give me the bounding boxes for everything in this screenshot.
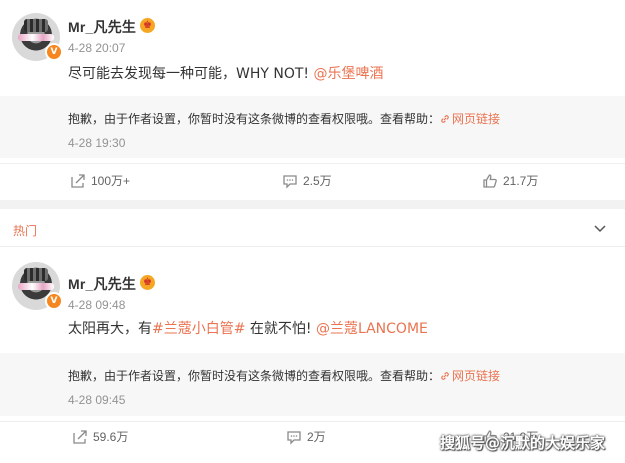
repost-notice: 抱歉，由于作者设置，你暂时没有这条微博的查看权限哦。查看帮助： 网页链接 <box>68 110 500 127</box>
verified-v-icon: V <box>45 292 63 310</box>
crown-badge-icon[interactable]: ♚ <box>140 275 155 290</box>
post-text: 尽可能去发现每一种可能，WHY NOT! @乐堡啤酒 <box>68 63 383 83</box>
repost-notice-text: 抱歉，由于作者设置，你暂时没有这条微博的查看权限哦。查看帮助： <box>68 112 441 126</box>
repost-notice-text: 抱歉，由于作者设置，你暂时没有这条微博的查看权限哦。查看帮助： <box>68 369 441 383</box>
comment-icon <box>283 174 297 189</box>
author-name[interactable]: Mr_凡先生 <box>68 17 136 37</box>
help-link-label: 网页链接 <box>452 369 501 383</box>
post-text-body: 尽可能去发现每一种可能，WHY NOT! <box>68 66 314 82</box>
verified-v-icon: V <box>45 43 63 61</box>
mention-link[interactable]: @乐堡啤酒 <box>313 66 383 82</box>
action-divider <box>0 163 625 164</box>
comment-icon <box>287 430 301 445</box>
link-icon <box>441 115 449 123</box>
help-link[interactable]: 网页链接 <box>440 369 500 383</box>
post-text-middle: 在就不怕! <box>245 321 316 337</box>
comment-count: 2.5万 <box>303 174 332 188</box>
repost-time[interactable]: 4-28 09:45 <box>68 393 125 407</box>
repost-panel: 抱歉，由于作者设置，你暂时没有这条微博的查看权限哦。查看帮助： 网页链接 4-28… <box>0 353 625 416</box>
share-button[interactable]: 100万+ <box>70 172 130 189</box>
watermark: 搜狐号@沉默的大娱乐家 <box>440 434 606 452</box>
share-count: 59.6万 <box>93 430 129 444</box>
repost-panel: 抱歉，由于作者设置，你暂时没有这条微博的查看权限哦。查看帮助： 网页链接 4-28… <box>0 96 625 158</box>
share-button[interactable]: 59.6万 <box>72 428 128 445</box>
comment-count: 2万 <box>307 430 326 444</box>
post-time[interactable]: 4-28 09:48 <box>68 298 125 312</box>
author-name[interactable]: Mr_凡先生 <box>68 274 136 294</box>
avatar-image-band <box>18 34 54 41</box>
post-text-body: 太阳再大，有 <box>68 321 152 337</box>
section-label-hot: 热门 <box>13 224 38 238</box>
mention-link[interactable]: @兰蔻LANCOME <box>316 321 428 337</box>
link-icon <box>441 372 449 380</box>
share-icon <box>73 429 87 444</box>
repost-notice: 抱歉，由于作者设置，你暂时没有这条微博的查看权限哦。查看帮助： 网页链接 <box>68 367 500 384</box>
chevron-down-icon[interactable] <box>593 221 607 235</box>
crown-badge-icon[interactable]: ♚ <box>140 18 155 33</box>
like-button[interactable]: 21.7万 <box>482 172 538 189</box>
help-link[interactable]: 网页链接 <box>440 112 500 126</box>
avatar-image-detail <box>24 268 48 281</box>
post-text: 太阳再大，有#兰蔻小白管# 在就不怕! @兰蔻LANCOME <box>68 318 428 338</box>
repost-time[interactable]: 4-28 19:30 <box>68 136 125 150</box>
like-icon <box>483 173 497 188</box>
avatar-image-band <box>18 283 54 290</box>
weibo-post-1: V Mr_凡先生 ♚ 4-28 20:07 尽可能去发现每一种可能，WHY NO… <box>0 0 625 200</box>
like-count: 21.7万 <box>503 174 539 188</box>
share-count: 100万+ <box>91 174 131 188</box>
section-divider <box>0 246 625 247</box>
comment-button[interactable]: 2万 <box>286 428 326 445</box>
help-link-label: 网页链接 <box>452 112 501 126</box>
avatar-image-detail <box>24 19 48 32</box>
post-time[interactable]: 4-28 20:07 <box>68 41 125 55</box>
comment-button[interactable]: 2.5万 <box>282 172 332 189</box>
action-divider <box>0 421 625 422</box>
share-icon <box>71 173 85 188</box>
hashtag-link[interactable]: #兰蔻小白管# <box>152 321 245 337</box>
